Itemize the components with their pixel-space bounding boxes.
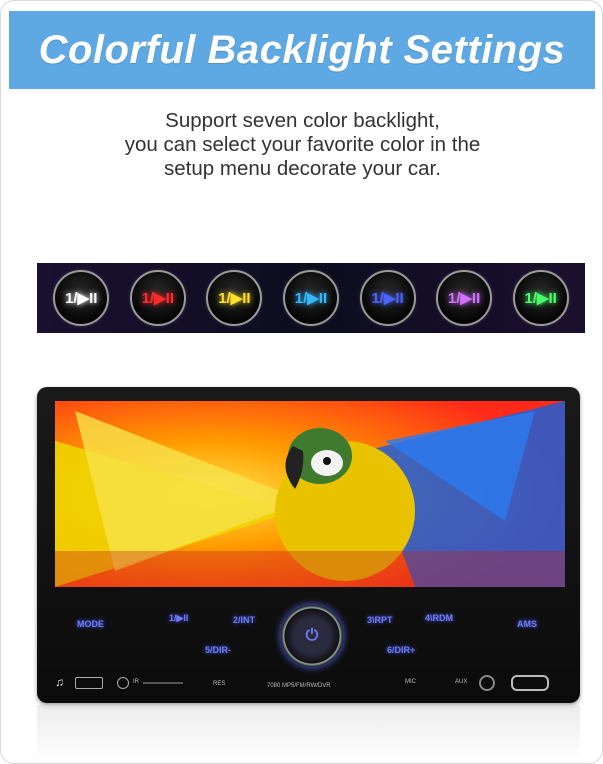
mic-label: MIC xyxy=(405,679,416,685)
dir-minus-button[interactable]: 5/DIR- xyxy=(205,645,231,655)
usb-c-port xyxy=(511,675,549,691)
music-note-icon: ♫ xyxy=(55,675,64,689)
description-line-3: setup menu decorate your car. xyxy=(164,157,441,180)
display-screen xyxy=(55,401,565,587)
backlight-button-6[interactable]: 1/▶II xyxy=(436,270,493,326)
model-label: 7080 MP5/FM/RW/DVR xyxy=(267,683,331,689)
description: Support seven color backlight, you can s… xyxy=(1,109,602,181)
ams-button[interactable]: AMS xyxy=(517,619,537,629)
car-stereo-device: MODE 1/▶II 2/INT 3\RPT 4\RDM AMS 5/DIR- … xyxy=(37,387,580,703)
ir-sensor xyxy=(117,677,129,689)
ir-label: IR xyxy=(133,679,139,685)
power-icon: ⏻ xyxy=(305,627,319,644)
backlight-button-1[interactable]: 1/▶II xyxy=(53,270,110,326)
backlight-color-strip: 1/▶II 1/▶II 1/▶II 1/▶II 1/▶II 1/▶II 1/▶II xyxy=(37,263,585,333)
backlight-button-4[interactable]: 1/▶II xyxy=(282,270,339,326)
play-pause-button[interactable]: 1/▶II xyxy=(169,613,188,624)
aux-label: AUX xyxy=(455,679,468,685)
mode-button[interactable]: MODE xyxy=(77,619,104,629)
device-reflection xyxy=(37,705,580,761)
backlight-button-7[interactable]: 1/▶II xyxy=(512,270,569,326)
sd-slot xyxy=(143,682,183,684)
backlight-button-3[interactable]: 1/▶II xyxy=(206,270,263,326)
usb-port xyxy=(75,677,103,689)
int-button[interactable]: 2/INT xyxy=(233,615,255,625)
control-panel: MODE 1/▶II 2/INT 3\RPT 4\RDM AMS 5/DIR- … xyxy=(37,597,580,703)
rpt-button[interactable]: 3\RPT xyxy=(367,615,393,625)
aux-port xyxy=(479,675,495,691)
title-banner: Colorful Backlight Settings xyxy=(9,11,595,89)
description-line-2: you can select your favorite color in th… xyxy=(124,133,481,156)
volume-knob[interactable]: ⏻ xyxy=(281,605,343,667)
banner-title: Colorful Backlight Settings xyxy=(38,27,566,72)
dir-plus-button[interactable]: 6/DIR+ xyxy=(387,645,415,655)
description-line-1: Support seven color backlight, xyxy=(165,109,440,132)
rdm-button[interactable]: 4\RDM xyxy=(425,613,453,623)
backlight-button-2[interactable]: 1/▶II xyxy=(129,270,186,326)
res-label: RES xyxy=(213,681,226,687)
backlight-button-5[interactable]: 1/▶II xyxy=(359,270,416,326)
parrot-image xyxy=(55,401,565,587)
page-frame: Colorful Backlight Settings Support seve… xyxy=(0,0,603,764)
